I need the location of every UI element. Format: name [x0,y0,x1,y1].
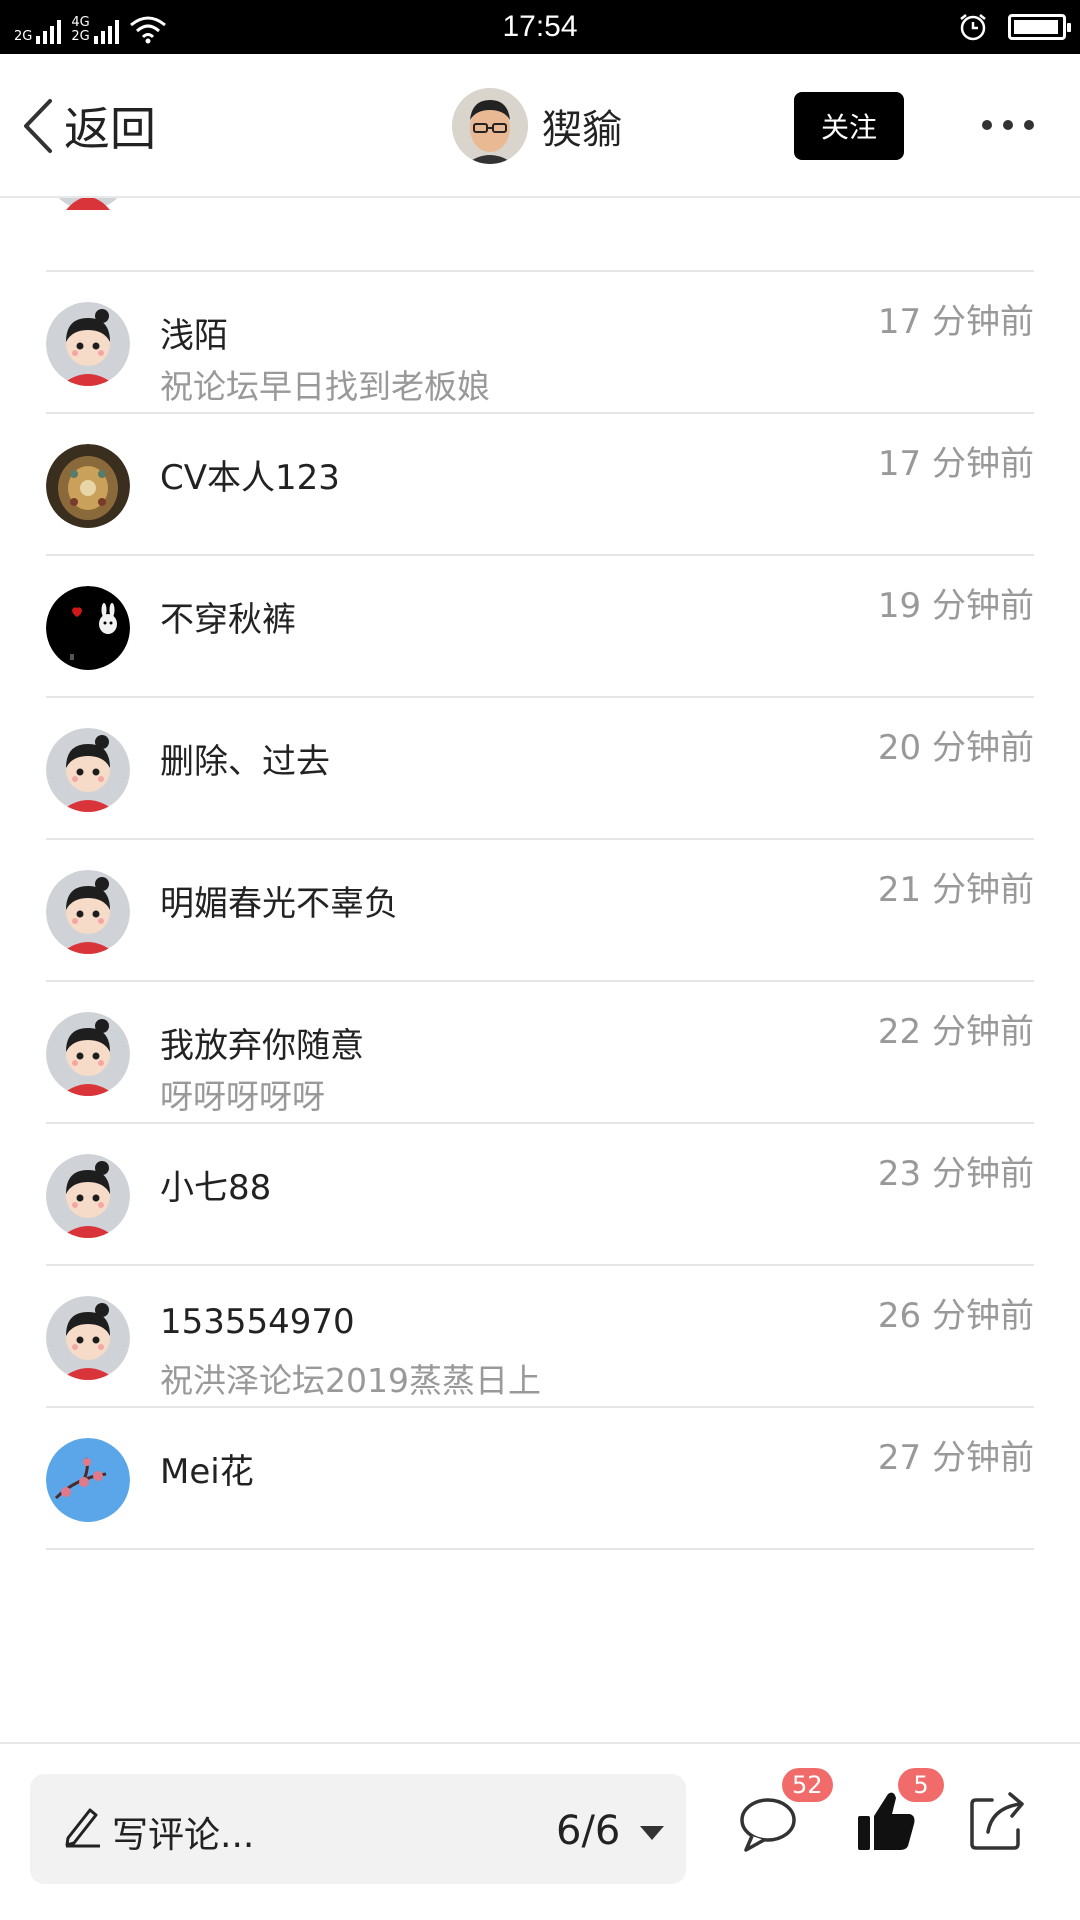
user-avatar[interactable] [46,302,130,386]
partial-avatar [46,198,130,210]
comment-item[interactable]: 明媚春光不辜负 21 分钟前 [0,840,1080,982]
comment-item[interactable]: 删除、过去 20 分钟前 [0,698,1080,840]
author-avatar[interactable] [452,88,528,164]
comment-button[interactable]: 52 [736,1768,833,1856]
nav-bar: 返回 猰貐 关注 [0,54,1080,198]
author-name: 猰貐 [542,107,622,153]
comment-time: 20 分钟前 [877,728,1034,768]
bottom-bar: 写评论... 6/6 52 5 [0,1742,1080,1920]
comment-item[interactable]: 不穿秋裤 19 分钟前 [0,556,1080,698]
comment-username[interactable]: CV本人123 [160,450,340,499]
user-avatar[interactable] [46,586,130,670]
comment-list[interactable]: 浅陌祝论坛早日找到老板娘 17 分钟前 CV本人123 17 分钟前不穿秋裤 19 分钟… [0,198,1080,1742]
comment-item[interactable]: 我放弃你随意呀呀呀呀呀 22 分钟前 [0,982,1080,1124]
comment-username[interactable]: 删除、过去 [160,734,330,783]
comment-item[interactable]: 153554970 祝洪泽论坛2019蒸蒸日上 26 分钟前 [0,1266,1080,1408]
comment-time: 27 分钟前 [877,1438,1034,1478]
battery-fill [1014,20,1058,34]
comment-username[interactable]: 不穿秋裤 [160,592,296,641]
status-time: 17:54 [502,10,578,43]
user-avatar[interactable] [46,1296,130,1380]
comment-item[interactable]: Mei花 27 分钟前 [0,1408,1080,1550]
comment-item[interactable]: 小七88 23 分钟前 [0,1124,1080,1266]
battery-icon [1008,14,1071,40]
comment-time: 19 分钟前 [877,586,1034,626]
divider [46,1548,1034,1550]
author-info[interactable]: 猰貐 [452,88,622,164]
comment-time: 21 分钟前 [877,870,1034,910]
user-avatar[interactable] [46,870,130,954]
status-bar: 2G 4G 2G 17:54 [0,0,1080,54]
user-avatar[interactable] [46,1012,130,1096]
status-right [958,12,1071,42]
comment-username[interactable]: Mei花 [160,1444,254,1493]
comment-item[interactable]: 浅陌祝论坛早日找到老板娘 17 分钟前 [0,272,1080,414]
page-indicator[interactable]: 6/6 [556,1808,620,1854]
follow-button[interactable]: 关注 [794,92,904,160]
comment-time: 26 分钟前 [877,1296,1034,1336]
write-comment-box[interactable]: 写评论... 6/6 [30,1774,686,1884]
caret-down-icon[interactable] [640,1826,664,1840]
comment-username[interactable]: 我放弃你随意 [160,1018,364,1067]
back-button[interactable]: 返回 [20,94,156,158]
comment-username[interactable]: 明媚春光不辜负 [160,876,398,925]
like-count-badge: 5 [898,1768,944,1802]
comment-username[interactable]: 153554970 [160,1302,355,1342]
write-comment-placeholder: 写评论... [112,1815,255,1856]
comment-username[interactable]: 小七88 [160,1160,271,1209]
comment-text: 祝洪泽论坛2019蒸蒸日上 [160,1361,541,1400]
comment-time: 23 分钟前 [877,1154,1034,1194]
alarm-icon [960,14,986,41]
share-icon [970,1792,1024,1850]
comment-item[interactable]: CV本人123 17 分钟前 [0,414,1080,556]
comment-time: 17 分钟前 [877,302,1034,342]
user-avatar[interactable] [46,1438,130,1522]
chevron-left-icon [24,99,52,153]
user-avatar[interactable] [46,444,130,528]
comment-text: 祝论坛早日找到老板娘 [160,367,490,406]
user-avatar[interactable] [46,728,130,812]
pencil-icon [65,1808,100,1848]
share-button[interactable] [964,1786,1034,1856]
user-avatar[interactable] [46,1154,130,1238]
comment-time: 22 分钟前 [877,1012,1034,1052]
comment-username[interactable]: 浅陌 [160,308,228,357]
comment-count-badge: 52 [782,1768,833,1802]
like-button[interactable]: 5 [852,1768,944,1856]
comment-text: 呀呀呀呀呀 [160,1077,325,1116]
back-label: 返回 [64,102,156,156]
comment-time: 17 分钟前 [877,444,1034,484]
more-dots-icon[interactable] [982,110,1034,140]
